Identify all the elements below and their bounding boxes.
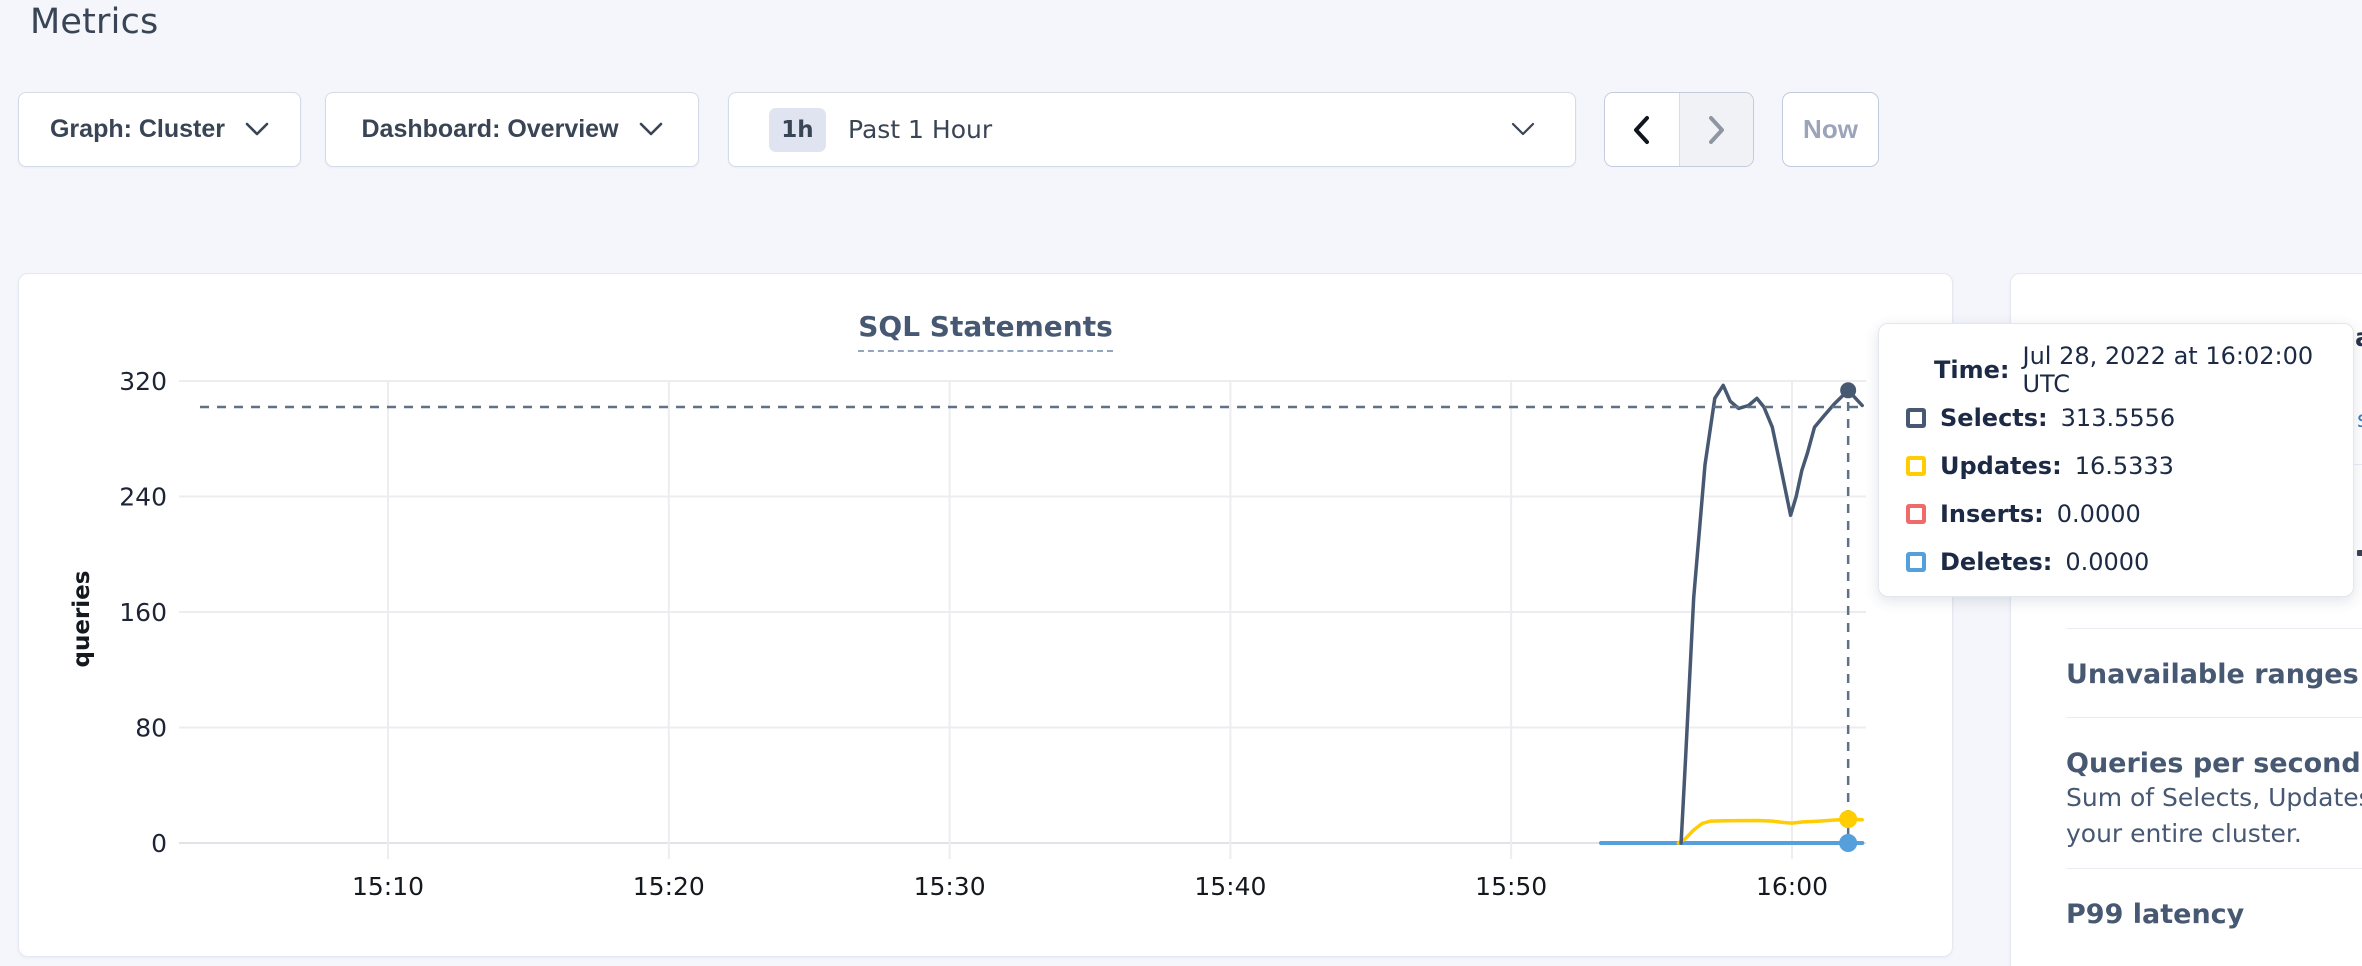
metric-description-text: your entire cluster. bbox=[2066, 816, 2362, 852]
y-axis-tick-label: 0 bbox=[151, 829, 167, 858]
clipped-link-fragment: s bbox=[2357, 407, 2362, 433]
now-button[interactable]: Now bbox=[1782, 92, 1879, 167]
series-color-swatch-icon bbox=[1906, 504, 1926, 524]
x-axis-tick-label: 15:30 bbox=[914, 872, 986, 901]
tooltip-time-label: Time: bbox=[1934, 356, 2009, 384]
x-axis-tick-label: 15:20 bbox=[633, 872, 705, 901]
axis-labels: 0 80 160 240 320 15:10 15:20 15:30 15:40 15:50 16:… bbox=[69, 367, 1828, 901]
time-window-label: Past 1 Hour bbox=[848, 115, 992, 144]
chart-hover-tooltip: Time: Jul 28, 2022 at 16:02:00 UTC Selec… bbox=[1878, 323, 2354, 597]
clipped-glyph-fragment bbox=[2357, 550, 2362, 556]
series-line-selects bbox=[1681, 385, 1862, 843]
chevron-right-icon bbox=[1702, 114, 1730, 146]
tooltip-series-value: 313.5556 bbox=[2061, 404, 2176, 432]
sql-statements-chart[interactable]: 0 80 160 240 320 15:10 15:20 15:30 15:40 15:50 16:… bbox=[19, 274, 1954, 958]
graph-scope-dropdown[interactable]: Graph: Cluster bbox=[18, 92, 301, 167]
y-axis-tick-label: 320 bbox=[119, 367, 167, 396]
series-color-swatch-icon bbox=[1906, 552, 1926, 572]
prev-time-button[interactable] bbox=[1605, 93, 1679, 166]
tooltip-series-row: Deletes: 0.0000 bbox=[1906, 538, 2329, 586]
page-title: Metrics bbox=[30, 2, 158, 42]
tooltip-series-label: Deletes: bbox=[1940, 548, 2052, 576]
metric-description-text: Sum of Selects, Updates, Inser bbox=[2066, 780, 2362, 816]
x-axis-tick-label: 15:10 bbox=[352, 872, 424, 901]
tooltip-series-row: Selects: 313.5556 bbox=[1906, 394, 2329, 442]
metric-description-item: Unavailable ranges bbox=[2066, 629, 2362, 717]
time-window-dropdown[interactable]: 1h Past 1 Hour bbox=[728, 92, 1576, 167]
metric-description-item: P99 latency bbox=[2066, 869, 2362, 957]
x-axis-tick-label: 15:40 bbox=[1194, 872, 1266, 901]
tooltip-series-label: Inserts: bbox=[1940, 500, 2044, 528]
sql-statements-chart-card: SQL Statements 08016024032015:1015:2015:… bbox=[18, 273, 1953, 957]
tooltip-series-value: 0.0000 bbox=[2065, 548, 2149, 576]
metric-description-heading: P99 latency bbox=[2066, 899, 2362, 931]
tooltip-series-value: 0.0000 bbox=[2057, 500, 2141, 528]
y-axis-tick-label: 80 bbox=[135, 714, 167, 743]
gridlines bbox=[179, 381, 1866, 859]
metric-description-heading: Queries per second bbox=[2066, 748, 2362, 780]
tooltip-series-label: Selects: bbox=[1940, 404, 2048, 432]
series-line-updates bbox=[1678, 819, 1862, 843]
series-color-swatch-icon bbox=[1906, 456, 1926, 476]
tooltip-time-row: Time: Jul 28, 2022 at 16:02:00 UTC bbox=[1934, 346, 2329, 394]
time-pager bbox=[1604, 92, 1754, 167]
hover-point-selects bbox=[1840, 382, 1856, 398]
series-color-swatch-icon bbox=[1906, 408, 1926, 428]
tooltip-series-row: Inserts: 0.0000 bbox=[1906, 490, 2329, 538]
graph-scope-label: Graph: Cluster bbox=[50, 115, 225, 144]
chevron-down-icon bbox=[245, 122, 269, 137]
tooltip-series-row: Updates: 16.5333 bbox=[1906, 442, 2329, 490]
next-time-button[interactable] bbox=[1679, 93, 1754, 166]
metric-description-heading: Unavailable ranges bbox=[2066, 659, 2362, 691]
y-axis-tick-label: 160 bbox=[119, 598, 167, 627]
time-window-badge: 1h bbox=[769, 108, 826, 152]
hover-point-deletes bbox=[1839, 834, 1857, 852]
metric-descriptions-list: Unavailable ranges Queries per secondSum … bbox=[2066, 628, 2362, 957]
clipped-text-fragment: a bbox=[2355, 323, 2362, 352]
hover-point-updates bbox=[1839, 810, 1857, 828]
tooltip-time-value: Jul 28, 2022 at 16:02:00 UTC bbox=[2022, 342, 2329, 398]
metric-description-item: Queries per secondSum of Selects, Update… bbox=[2066, 718, 2362, 868]
dashboard-label: Dashboard: Overview bbox=[361, 115, 618, 144]
x-axis-tick-label: 15:50 bbox=[1475, 872, 1547, 901]
y-axis-tick-label: 240 bbox=[119, 483, 167, 512]
chevron-down-icon bbox=[639, 122, 663, 137]
chevron-left-icon bbox=[1628, 114, 1656, 146]
tooltip-series-label: Updates: bbox=[1940, 452, 2062, 480]
dashboard-dropdown[interactable]: Dashboard: Overview bbox=[325, 92, 699, 167]
tooltip-series-value: 16.5333 bbox=[2075, 452, 2174, 480]
chevron-down-icon bbox=[1511, 122, 1535, 137]
x-axis-tick-label: 16:00 bbox=[1756, 872, 1828, 901]
clipped-divider-fragment bbox=[2353, 464, 2362, 465]
y-axis-title: queries bbox=[69, 571, 95, 668]
